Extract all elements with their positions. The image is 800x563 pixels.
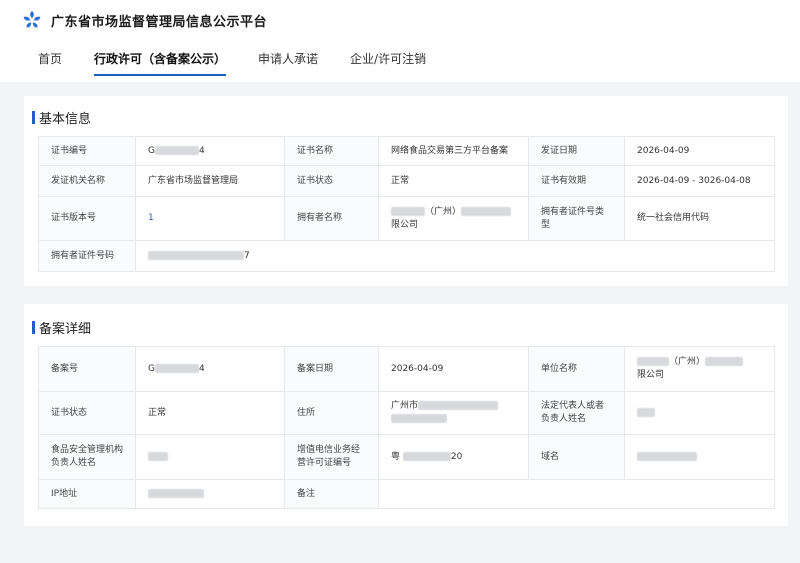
- domain-label: 域名: [528, 434, 625, 480]
- domain-value: [624, 434, 775, 480]
- redacted-text: [705, 357, 744, 366]
- issuer-value: 广东省市场监督管理局: [135, 165, 285, 197]
- redacted-text: [402, 451, 451, 461]
- issuer-label: 发证机关名称: [38, 165, 136, 197]
- redacted-text: [148, 488, 204, 498]
- holder-value: （广州） 限公司: [378, 196, 529, 241]
- status-label: 证书状态: [284, 165, 379, 197]
- redacted-text: [461, 206, 512, 216]
- id-no-label: 拥有者证件号码: [38, 240, 136, 272]
- brand: 广东省市场监督管理局信息公示平台: [22, 10, 267, 30]
- section-title-text: 基本信息: [39, 112, 92, 127]
- status-label: 证书状态: [38, 391, 136, 435]
- redacted-text: [637, 357, 669, 366]
- record-date-label: 备案日期: [284, 346, 379, 392]
- record-date-value: 2026-04-09: [378, 346, 529, 392]
- section-title-basic: 基本信息: [32, 108, 91, 127]
- nav-home[interactable]: 首页: [38, 50, 62, 76]
- table-row: 证书版本号 1 拥有者名称 （广州） 限公司 拥有者证件号类型 统一社会信用代码: [38, 196, 775, 241]
- cert-name-value: 网络食品交易第三方平台备案: [378, 136, 529, 166]
- holder-label: 拥有者名称: [284, 196, 379, 241]
- cert-name-label: 证书名称: [284, 136, 379, 166]
- redacted-text: [154, 145, 199, 155]
- id-type-label: 拥有者证件号类型: [528, 196, 625, 241]
- redacted-text: [154, 363, 199, 373]
- redacted-text: [148, 250, 244, 260]
- record-no-label: 备案号: [38, 346, 136, 392]
- version-label: 证书版本号: [38, 196, 136, 241]
- remark-value: [378, 479, 775, 509]
- validity-value: 2026-04-09 - 3026-04-08: [624, 165, 775, 197]
- nav-admin-license[interactable]: 行政许可（含备案公示）: [94, 50, 227, 76]
- basic-info-table: 证书编号 G4 证书名称 网络食品交易第三方平台备案 发证日期 2026-04-…: [38, 136, 775, 272]
- section-marker: [32, 321, 35, 334]
- ip-label: IP地址: [38, 479, 136, 509]
- table-row: 证书编号 G4 证书名称 网络食品交易第三方平台备案 发证日期 2026-04-…: [38, 136, 775, 166]
- unit-value: （广州） 限公司: [624, 346, 775, 392]
- table-row: 证书状态 正常 住所 广州市 法定代表人或者负责人姓名: [38, 391, 775, 435]
- cert-no-value: G4: [135, 136, 285, 166]
- section-marker: [32, 111, 35, 124]
- redacted-text: [637, 451, 697, 461]
- food-manager-label: 食品安全管理机构负责人姓名: [38, 434, 136, 480]
- nav-applicant-promise[interactable]: 申请人承诺: [258, 50, 318, 76]
- redacted-text: [148, 451, 168, 461]
- nav-license-cancel[interactable]: 企业/许可注销: [350, 50, 426, 76]
- legal-rep-value: [624, 391, 775, 435]
- table-row: 食品安全管理机构负责人姓名 增值电信业务经营许可证编号 粤 20 域名: [38, 434, 775, 480]
- cert-no-label: 证书编号: [38, 136, 136, 166]
- section-title-text: 备案详细: [39, 322, 92, 337]
- status-value: 正常: [378, 165, 529, 197]
- page-header: 广东省市场监督管理局信息公示平台 首页 行政许可（含备案公示） 申请人承诺 企业…: [0, 0, 800, 82]
- address-label: 住所: [284, 391, 379, 435]
- ip-value: [135, 479, 285, 509]
- validity-label: 证书有效期: [528, 165, 625, 197]
- redacted-text: [418, 401, 499, 410]
- record-detail-section: 备案详细 备案号 G4 备案日期 2026-04-09 单位名称 （广州） 限公司…: [24, 304, 788, 526]
- main-nav: 首页 行政许可（含备案公示） 申请人承诺 企业/许可注销: [38, 50, 426, 76]
- issue-date-label: 发证日期: [528, 136, 625, 166]
- icp-license-value: 粤 20: [378, 434, 529, 480]
- record-detail-table: 备案号 G4 备案日期 2026-04-09 单位名称 （广州） 限公司 证书状态…: [38, 346, 775, 509]
- food-manager-value: [135, 434, 285, 480]
- table-row: 备案号 G4 备案日期 2026-04-09 单位名称 （广州） 限公司: [38, 346, 775, 392]
- issue-date-value: 2026-04-09: [624, 136, 775, 166]
- redacted-text: [391, 206, 425, 216]
- basic-info-section: 基本信息 证书编号 G4 证书名称 网络食品交易第三方平台备案 发证日期 202…: [24, 96, 788, 286]
- version-link[interactable]: 1: [135, 196, 285, 241]
- remark-label: 备注: [284, 479, 379, 509]
- table-row: 拥有者证件号码 7: [38, 240, 775, 272]
- table-row: 发证机关名称 广东省市场监督管理局 证书状态 正常 证书有效期 2026-04-…: [38, 165, 775, 197]
- id-no-value: 7: [135, 240, 775, 272]
- address-value: 广州市: [378, 391, 529, 435]
- version-value[interactable]: 1: [148, 213, 154, 223]
- flower-logo-icon: [23, 11, 41, 28]
- site-title: 广东省市场监督管理局信息公示平台: [51, 14, 268, 30]
- status-value: 正常: [135, 391, 285, 435]
- redacted-text: [637, 407, 655, 417]
- record-no-value: G4: [135, 346, 285, 392]
- unit-label: 单位名称: [528, 346, 625, 392]
- id-type-value: 统一社会信用代码: [624, 196, 775, 241]
- legal-rep-label: 法定代表人或者负责人姓名: [528, 391, 625, 435]
- redacted-text: [391, 414, 447, 423]
- table-row: IP地址 备注: [38, 479, 775, 509]
- icp-license-label: 增值电信业务经营许可证编号: [284, 434, 379, 480]
- section-title-detail: 备案详细: [32, 318, 91, 337]
